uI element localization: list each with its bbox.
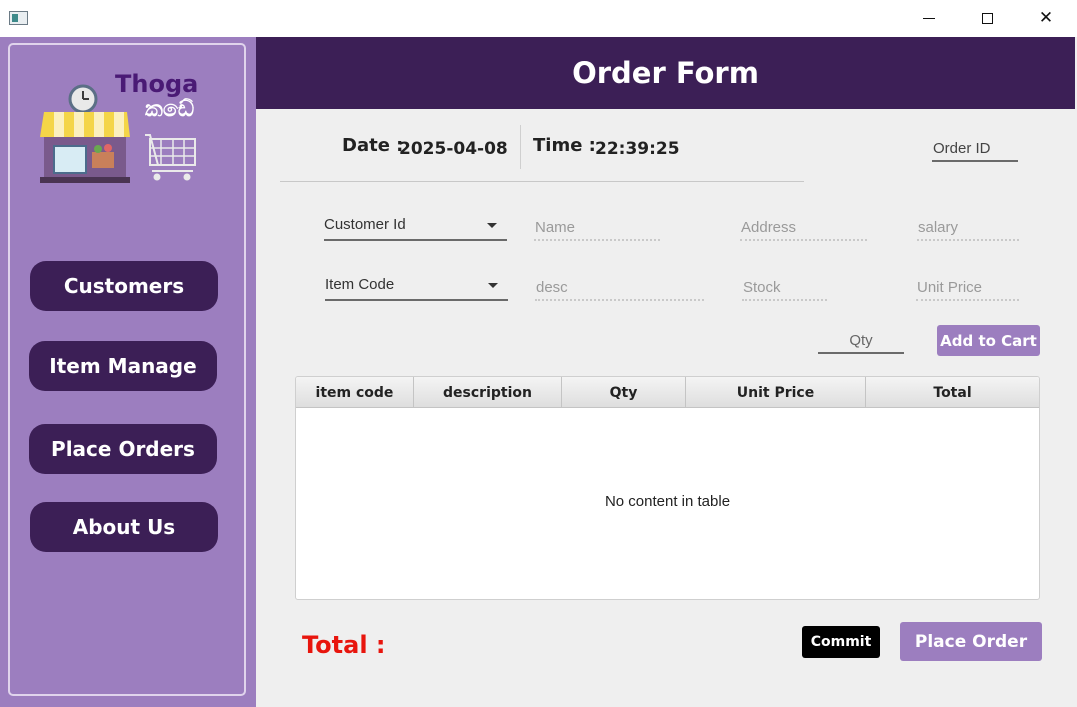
chevron-down-icon — [487, 223, 497, 228]
customer-id-combobox[interactable]: Customer Id — [324, 211, 507, 241]
item-desc-placeholder: desc — [536, 279, 568, 296]
nav-item-manage-button[interactable]: Item Manage — [29, 341, 217, 391]
cart-table[interactable]: item code description Qty Unit Price Tot… — [295, 376, 1040, 600]
column-header-description[interactable]: description — [414, 377, 562, 408]
table-header: item code description Qty Unit Price Tot… — [296, 377, 1039, 408]
title-bar: ✕ — [0, 0, 1077, 37]
date-label: Date : — [342, 135, 404, 156]
item-stock-placeholder: Stock — [743, 279, 781, 296]
maximize-icon — [981, 13, 993, 24]
header-divider — [280, 181, 804, 182]
column-header-total[interactable]: Total — [866, 377, 1039, 408]
logo-subtitle: කඩේ — [145, 97, 195, 122]
commit-button[interactable]: Commit — [802, 626, 880, 658]
order-id-field[interactable]: Order ID — [932, 138, 1018, 162]
app-window: ✕ Thoga කඩේ Customers Item Manage Place … — [0, 0, 1077, 707]
page-header: Order Form — [256, 37, 1075, 109]
add-to-cart-button[interactable]: Add to Cart — [937, 325, 1040, 356]
sidebar: Thoga කඩේ Customers Item Manage Place Or… — [0, 37, 256, 707]
item-code-combobox[interactable]: Item Code — [325, 271, 508, 301]
customer-salary-field[interactable]: salary — [917, 217, 1019, 241]
page-title: Order Form — [572, 56, 759, 90]
time-value: 22:39:25 — [595, 139, 680, 159]
nav-customers-button[interactable]: Customers — [30, 261, 218, 311]
close-icon: ✕ — [1038, 8, 1054, 28]
main-content: Order Form Date : 2025-04-08 Time : 22:3… — [256, 37, 1077, 707]
item-desc-field[interactable]: desc — [535, 277, 704, 301]
minimize-button[interactable] — [900, 0, 958, 37]
customer-address-placeholder: Address — [741, 219, 797, 236]
column-header-qty[interactable]: Qty — [562, 377, 686, 408]
customer-name-placeholder: Name — [535, 219, 576, 236]
minimize-icon — [923, 18, 935, 19]
place-order-button[interactable]: Place Order — [900, 622, 1042, 661]
qty-placeholder: Qty — [849, 332, 873, 349]
table-empty-message: No content in table — [604, 493, 731, 510]
logo: Thoga කඩේ — [30, 67, 230, 187]
close-button[interactable]: ✕ — [1017, 0, 1075, 37]
item-unit-price-field[interactable]: Unit Price — [916, 277, 1019, 301]
app-icon — [9, 11, 28, 25]
nav-about-us-button[interactable]: About Us — [30, 502, 218, 552]
customer-id-placeholder: Customer Id — [324, 216, 406, 233]
customer-address-field[interactable]: Address — [740, 217, 867, 241]
item-stock-field[interactable]: Stock — [742, 277, 827, 301]
order-id-placeholder: Order ID — [933, 140, 991, 157]
time-label: Time : — [533, 135, 596, 156]
logo-title: Thoga — [115, 70, 199, 98]
item-unit-price-placeholder: Unit Price — [917, 279, 983, 296]
date-time-divider — [520, 125, 521, 169]
qty-field[interactable]: Qty — [818, 330, 904, 354]
customer-name-field[interactable]: Name — [534, 217, 660, 241]
total-label: Total : — [302, 631, 386, 659]
maximize-button[interactable] — [958, 0, 1016, 37]
date-value: 2025-04-08 — [399, 139, 508, 159]
customer-salary-placeholder: salary — [918, 219, 959, 236]
chevron-down-icon — [488, 283, 498, 288]
column-header-item-code[interactable]: item code — [296, 377, 414, 408]
nav-place-orders-button[interactable]: Place Orders — [29, 424, 217, 474]
item-code-placeholder: Item Code — [325, 276, 395, 293]
column-header-unit-price[interactable]: Unit Price — [686, 377, 866, 408]
